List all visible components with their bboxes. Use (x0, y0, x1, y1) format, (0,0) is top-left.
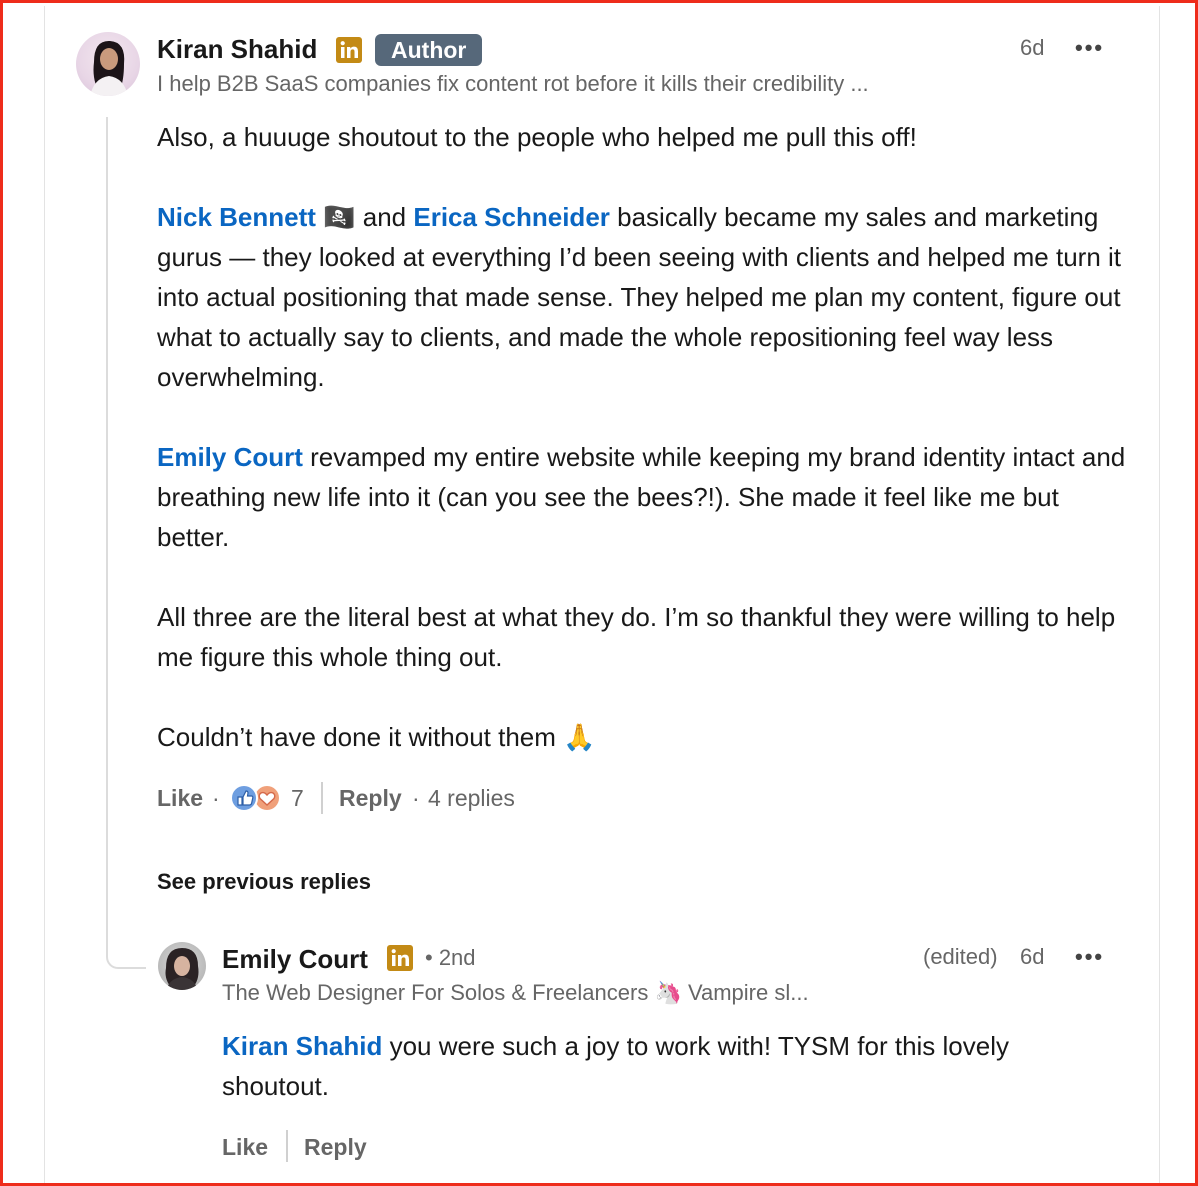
comment-more-options-icon[interactable]: ••• (1075, 35, 1104, 61)
reaction-count[interactable]: 7 (291, 785, 304, 812)
avatar-kiran-shahid[interactable] (76, 32, 140, 96)
comment-paragraph-3: Emily Court revamped my entire website w… (157, 437, 1127, 557)
replies-count-link[interactable]: 4 replies (428, 785, 515, 812)
linkedin-premium-icon (387, 945, 413, 971)
reply-edited-label: (edited) (923, 944, 998, 969)
mention-emily-court[interactable]: Emily Court (157, 442, 303, 472)
comment-paragraph-2: Nick Bennett 🏴‍☠️ and Erica Schneider ba… (157, 197, 1127, 397)
reply-body: Kiran Shahid you were such a joy to work… (222, 1026, 1122, 1106)
pirate-flag-emoji: 🏴‍☠️ (323, 202, 356, 232)
reply-button[interactable]: Reply (339, 785, 402, 812)
avatar-illustration (90, 40, 128, 96)
reply-author-headline: The Web Designer For Solos & Freelancers… (222, 980, 809, 1005)
linkedin-premium-icon (336, 37, 362, 63)
comment-author-headline: I help B2B SaaS companies fix content ro… (157, 71, 869, 96)
mention-kiran-shahid[interactable]: Kiran Shahid (222, 1031, 382, 1061)
reply-timestamp: 6d (1020, 944, 1045, 969)
action-divider (321, 782, 323, 814)
action-separator-dot-2: · (412, 785, 420, 811)
comment-paragraph-4: All three are the literal best at what t… (157, 602, 1116, 672)
like-button[interactable]: Like (157, 785, 203, 812)
comment-author-name[interactable]: Kiran Shahid (157, 34, 317, 65)
reply-like-button[interactable]: Like (222, 1134, 268, 1161)
reply-author-name[interactable]: Emily Court (222, 944, 368, 975)
author-badge: Author (375, 34, 483, 66)
paragraph-3-text: revamped my entire website while keeping… (157, 442, 1126, 552)
see-previous-replies-button[interactable]: See previous replies (157, 869, 371, 895)
comment-paragraph-5: Couldn’t have done it without them 🙏 (157, 722, 596, 752)
avatar-illustration (165, 948, 199, 990)
comment-paragraph-1: Also, a huuuge shoutout to the people wh… (157, 122, 917, 152)
connection-degree: • 2nd (425, 945, 476, 970)
reply-action-divider (286, 1130, 288, 1162)
avatar-emily-court[interactable] (158, 942, 206, 990)
reply-reply-button[interactable]: Reply (304, 1134, 367, 1161)
reply-more-options-icon[interactable]: ••• (1075, 944, 1104, 970)
action-separator-dot: · (212, 785, 220, 811)
comment-timestamp: 6d (1020, 35, 1045, 60)
comment-body: Also, a huuuge shoutout to the people wh… (157, 117, 1127, 757)
mention-nick-bennett[interactable]: Nick Bennett (157, 202, 316, 232)
and-text: and (355, 202, 414, 232)
mention-erica-schneider[interactable]: Erica Schneider (413, 202, 610, 232)
reactions-icon[interactable] (229, 783, 283, 813)
thread-connector-line (106, 117, 146, 969)
